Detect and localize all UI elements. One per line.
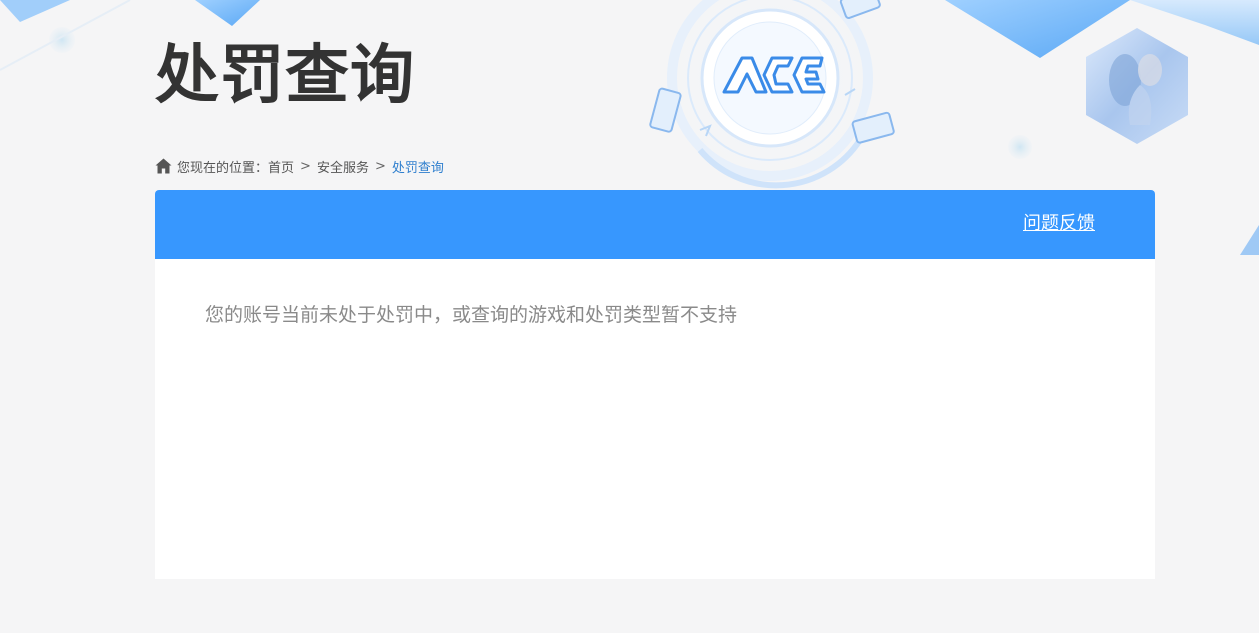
panel-body: 您的账号当前未处于处罚中，或查询的游戏和处罚类型暂不支持 — [155, 259, 1155, 371]
result-message: 您的账号当前未处于处罚中，或查询的游戏和处罚类型暂不支持 — [205, 304, 738, 326]
home-icon — [155, 158, 172, 174]
breadcrumb-prefix: 您现在的位置： — [177, 160, 269, 176]
breadcrumb-item-security-service[interactable]: 安全服务 — [317, 157, 369, 176]
result-panel: 问题反馈 您的账号当前未处于处罚中，或查询的游戏和处罚类型暂不支持 — [155, 190, 1155, 579]
breadcrumb-item-penalty-query[interactable]: 处罚查询 — [392, 157, 444, 176]
feedback-link[interactable]: 问题反馈 — [1023, 212, 1095, 236]
breadcrumb-item-home[interactable]: 首页 — [268, 157, 294, 176]
breadcrumb: 您现在的位置： 首页 > 安全服务 > 处罚查询 — [155, 156, 444, 176]
panel-header: 问题反馈 — [155, 190, 1155, 259]
breadcrumb-separator: > — [374, 158, 386, 174]
breadcrumb-separator: > — [300, 158, 311, 174]
page-title: 处罚查询 — [155, 39, 415, 113]
